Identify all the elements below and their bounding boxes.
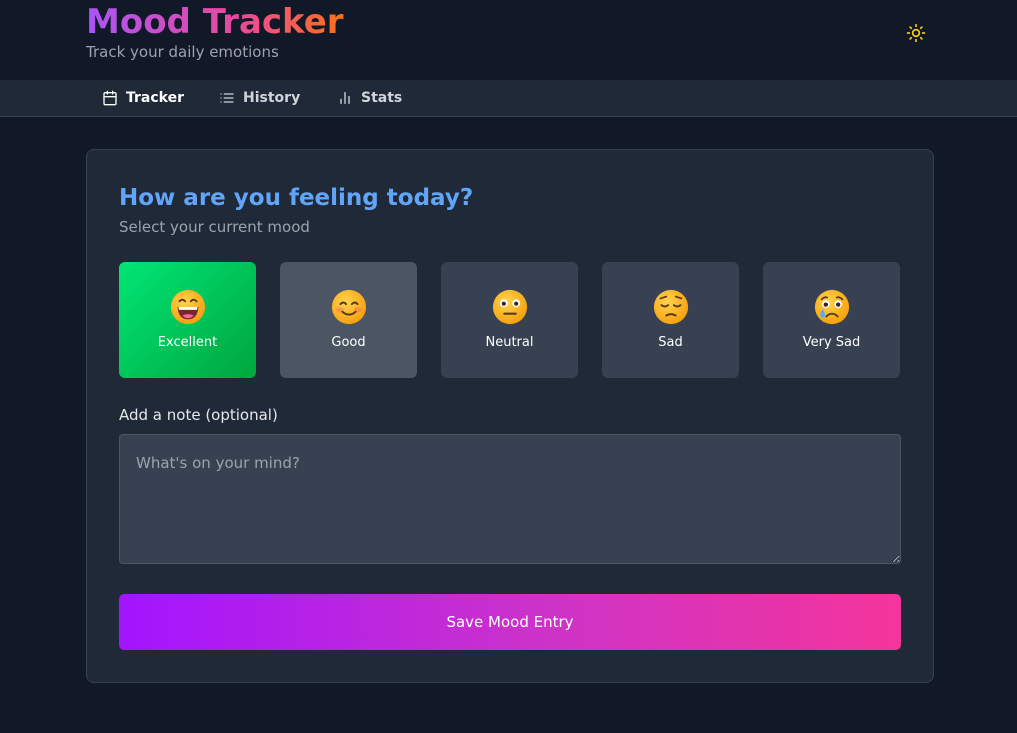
tab-stats[interactable]: Stats [337,80,402,116]
note-label: Add a note (optional) [119,406,278,424]
mood-excellent-button[interactable]: Excellent [119,262,256,378]
card-title: How are you feeling today? [119,185,474,211]
app-header: Mood Tracker Track your daily emotions [0,0,1017,80]
mood-label: Very Sad [802,335,861,350]
mood-label: Sad [658,335,683,350]
tab-stats-label: Stats [361,90,403,106]
calendar-icon [103,90,117,106]
save-mood-button[interactable]: Save Mood Entry [119,594,901,650]
app-subtitle: Track your daily emotions [86,43,279,61]
mood-label: Neutral [485,335,534,350]
mood-neutral-button[interactable]: Neutral [441,262,578,378]
app-title: Mood Tracker [86,2,344,42]
mood-card: How are you feeling today? Select your c… [86,149,934,683]
list-icon [220,93,234,103]
card-subtitle: Select your current mood [119,218,310,236]
grinning-face-icon [170,289,205,325]
tab-tracker[interactable]: Tracker [102,80,184,116]
theme-toggle-button[interactable] [903,20,929,46]
neutral-face-icon [492,289,527,325]
tab-history-label: History [243,90,301,106]
mood-good-button[interactable]: Good [280,262,417,378]
bar-chart-icon [340,92,350,104]
mood-very-sad-button[interactable]: Very Sad [763,262,900,378]
tab-history[interactable]: History [219,80,300,116]
smiling-face-icon [331,289,366,325]
mood-label: Excellent [157,335,218,350]
note-textarea[interactable] [119,434,901,564]
mood-sad-button[interactable]: Sad [602,262,739,378]
nav-bar: Tracker History Stats [0,80,1017,117]
sun-icon [906,23,926,43]
crying-face-icon [814,289,849,325]
pensive-face-icon [653,289,688,325]
tab-tracker-label: Tracker [126,90,184,106]
mood-label: Good [331,335,366,350]
